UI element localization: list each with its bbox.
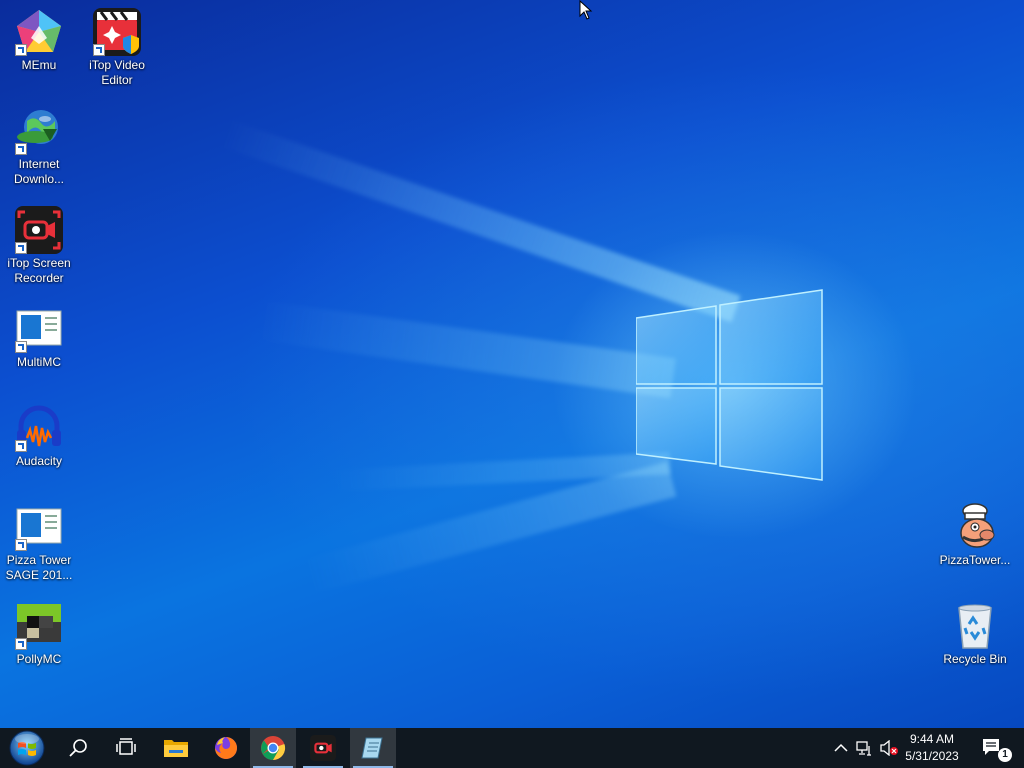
windows-logo [636,289,823,481]
desktop-icon-pollymc[interactable]: PollyMC [1,602,77,667]
volume-muted-icon [880,740,898,756]
taskbar-chrome[interactable] [250,728,296,768]
desktop[interactable]: MEmu iTop Video Editor Internet Downlo..… [0,0,1024,728]
shortcut-arrow-icon [15,440,27,452]
desktop-icon-itop-screen-recorder[interactable]: iTop Screen Recorder [1,206,77,286]
desktop-icon-memu[interactable]: MEmu [1,8,77,73]
icon-label: Internet Downlo... [13,157,65,186]
audacity-icon [15,404,63,452]
pollymc-icon [15,602,63,650]
desktop-icon-recycle-bin[interactable]: Recycle Bin [937,602,1013,667]
taskbar: 9:44 AM 5/31/2023 1 [0,728,1024,768]
start-orb-icon [9,730,45,766]
notepad-icon [361,737,383,759]
desktop-icon-pizzatower[interactable]: PizzaTower... [937,503,1013,568]
desktop-icon-audacity[interactable]: Audacity [1,404,77,469]
tray-overflow-button[interactable] [830,728,852,768]
memu-icon [15,8,63,56]
network-button[interactable] [853,728,877,768]
icon-label: PollyMC [16,652,62,666]
shortcut-arrow-icon [93,44,105,56]
itop-video-editor-icon [93,8,141,56]
search-button[interactable] [55,728,101,768]
itop-screen-recorder-icon [310,735,336,761]
task-view-button[interactable] [103,728,149,768]
action-center-button[interactable]: 1 [974,728,1014,768]
clock-date: 5/31/2023 [905,749,959,763]
internet-download-manager-icon [15,107,63,155]
taskbar-itop-screen-recorder[interactable] [300,728,346,768]
desktop-icon-multimc[interactable]: MultiMC [1,305,77,370]
icon-label: iTop Video Editor [89,58,145,87]
multimc-icon [15,305,63,353]
wallpaper-beam [254,300,676,399]
mouse-cursor-icon [579,0,593,20]
icon-label: PizzaTower... [939,553,1011,567]
desktop-icon-internet-download-manager[interactable]: Internet Downlo... [1,107,77,187]
icon-label: iTop Screen Recorder [7,256,71,285]
icon-label: Pizza Tower SAGE 201... [5,553,73,582]
icon-label: Recycle Bin [943,652,1007,666]
taskbar-notepad[interactable] [350,728,396,768]
chevron-up-icon [834,743,848,752]
taskbar-firefox[interactable] [203,728,249,768]
icon-label: Audacity [15,454,63,468]
pizza-tower-sage-icon [15,503,63,551]
shortcut-arrow-icon [15,242,27,254]
desktop-icon-itop-video-editor[interactable]: iTop Video Editor [79,8,155,88]
file-explorer-icon [164,740,188,757]
desktop-icon-pizza-tower-sage[interactable]: Pizza Tower SAGE 201... [1,503,77,583]
shortcut-arrow-icon [15,44,27,56]
network-icon [856,741,871,756]
itop-screen-recorder-icon [15,206,63,254]
clock-time: 9:44 AM [909,732,955,746]
notification-badge: 1 [998,748,1012,762]
icon-label: MEmu [21,58,57,72]
recycle-bin-icon [951,602,999,650]
shortcut-arrow-icon [15,638,27,650]
search-icon [69,739,87,757]
shortcut-arrow-icon [15,341,27,353]
shortcut-arrow-icon [15,143,27,155]
clock[interactable]: 9:44 AM 5/31/2023 [897,728,967,768]
firefox-icon [215,737,237,759]
chrome-icon [261,736,286,761]
task-view-icon [116,738,136,755]
taskbar-file-explorer[interactable] [153,728,199,768]
pizzatower-icon [951,503,999,551]
shortcut-arrow-icon [15,539,27,551]
icon-label: MultiMC [17,355,61,369]
start-button[interactable] [4,728,50,768]
